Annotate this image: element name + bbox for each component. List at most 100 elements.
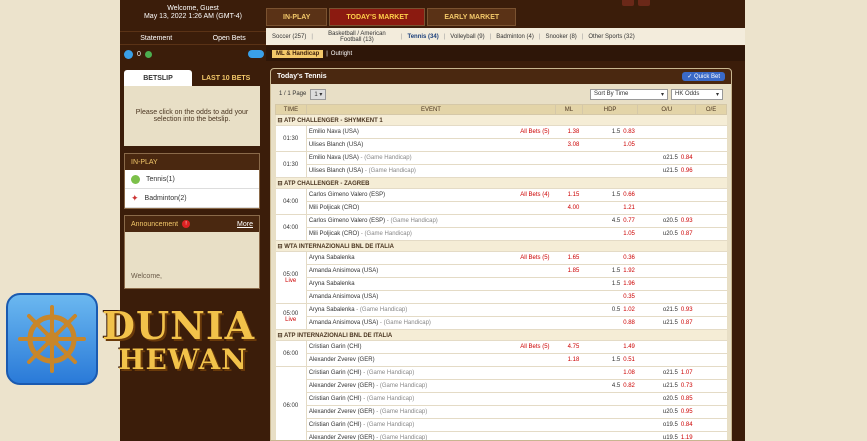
quick-bet-toggle[interactable]: ✓ Quick Bet: [682, 72, 725, 81]
hdp-odds[interactable]: 0.51: [623, 357, 635, 363]
page-select[interactable]: 1 ▾: [310, 88, 327, 100]
league-row[interactable]: ⊟ WTA INTERNAZIONALI BNL DE ITALIA: [275, 240, 727, 252]
inplay-item-badminton[interactable]: ✦ Badminton(2): [125, 189, 259, 208]
tab-todays-market[interactable]: TODAY'S MARKET: [329, 8, 426, 26]
hdp-odds[interactable]: 1.05: [623, 142, 635, 148]
team-name: Ulises Blanch (USA): [308, 142, 364, 148]
ou-odds[interactable]: 0.93: [681, 307, 693, 313]
match-time: 06:00: [283, 402, 299, 409]
ou-odds[interactable]: 1.07: [681, 370, 693, 376]
sport-volleyball[interactable]: Volleyball (9): [450, 34, 484, 40]
open-bets-link[interactable]: Open Bets: [213, 35, 246, 44]
ou-cell: u21.5 0.96: [637, 164, 696, 178]
ou-odds[interactable]: 0.84: [681, 155, 693, 161]
oe-cell: [695, 303, 727, 317]
more-link[interactable]: More: [237, 221, 253, 228]
tab-last-bets[interactable]: LAST 10 BETS: [192, 70, 260, 86]
ou-odds[interactable]: 0.93: [681, 218, 693, 224]
tab-outright[interactable]: Outright: [331, 51, 352, 57]
ml-odds[interactable]: 4.00: [555, 201, 583, 215]
market-tag: - (Game Handicap): [374, 435, 428, 441]
hdp-odds[interactable]: 0.82: [623, 383, 635, 389]
ml-odds[interactable]: 1.65: [555, 251, 583, 265]
ou-cell: [637, 201, 696, 215]
sort-select[interactable]: Sort By Time ▾: [590, 88, 668, 100]
hdp-odds[interactable]: 1.21: [623, 205, 635, 211]
ou-odds[interactable]: 1.19: [681, 435, 693, 440]
col-ml: ML: [555, 104, 583, 115]
ou-odds[interactable]: 0.87: [681, 231, 693, 237]
ou-odds[interactable]: 0.95: [681, 409, 693, 415]
ou-odds[interactable]: 0.96: [681, 168, 693, 174]
hdp-odds[interactable]: 1.08: [623, 370, 635, 376]
ou-odds[interactable]: 0.73: [681, 383, 693, 389]
league-row[interactable]: ⊟ ATP CHALLENGER - ZAGREB: [275, 177, 727, 189]
odds-table: TIME EVENT ML HDP O/U O/E ⊟ ATP CHALLENG…: [275, 104, 727, 441]
all-bets-link[interactable]: All Bets (5): [520, 129, 553, 135]
sport-other[interactable]: Other Sports (32): [588, 34, 634, 40]
ou-odds[interactable]: 0.84: [681, 422, 693, 428]
team-name: Cristian Garin (CHI): [308, 344, 362, 350]
odds-select[interactable]: HK Odds ▾: [671, 88, 723, 100]
hdp-odds[interactable]: 1.05: [623, 231, 635, 237]
tab-early-market[interactable]: EARLY MARKET: [427, 8, 517, 26]
inplay-item-tennis[interactable]: Tennis(1): [125, 170, 259, 189]
oe-cell: [695, 353, 727, 367]
ou-cell: o20.5 0.85: [637, 392, 696, 406]
all-bets-link[interactable]: All Bets (5): [520, 255, 553, 261]
language-button[interactable]: [622, 0, 634, 6]
event-cell: Ulises Blanch (USA): [306, 138, 556, 152]
hdp-odds[interactable]: 1.02: [623, 307, 635, 313]
team-name: Carlos Gimeno Valero (ESP): [308, 218, 386, 224]
all-bets-link[interactable]: All Bets (5): [520, 344, 553, 350]
statement-link[interactable]: Statement: [140, 35, 172, 44]
all-bets-link[interactable]: All Bets (4): [520, 192, 553, 198]
hdp-odds[interactable]: 1.92: [623, 268, 635, 274]
ml-odds[interactable]: 4.75: [555, 340, 583, 354]
hdp-odds[interactable]: 0.83: [623, 129, 635, 135]
ml-odds: [555, 431, 583, 440]
time-cell: 05:00 Live: [275, 303, 307, 330]
oe-cell: [695, 201, 727, 215]
tennis-ball-icon: [131, 174, 140, 184]
ml-odds: [555, 227, 583, 241]
ml-odds[interactable]: 1.85: [555, 264, 583, 278]
league-row[interactable]: ⊟ ATP INTERNAZIONALI BNL DE ITALIA: [275, 329, 727, 341]
league-row[interactable]: ⊟ ATP CHALLENGER - SHYMKENT 1: [275, 114, 727, 126]
hdp-odds[interactable]: 0.66: [623, 192, 635, 198]
sport-badminton[interactable]: Badminton (4): [496, 34, 534, 40]
hdp-odds[interactable]: 0.88: [623, 320, 635, 326]
ml-odds[interactable]: 1.18: [555, 353, 583, 367]
hdp-odds[interactable]: 1.96: [623, 281, 635, 287]
tab-in-play[interactable]: IN-PLAY: [266, 8, 328, 26]
balance-pill[interactable]: [247, 50, 264, 58]
watermark-logo: DUNIA HEWAN: [6, 293, 270, 385]
inplay-item-label: Badminton(2): [144, 194, 187, 202]
sport-basketball[interactable]: Basketball / American Football (13): [318, 31, 396, 43]
oe-cell: [695, 392, 727, 406]
hdp-odds[interactable]: 0.36: [623, 255, 635, 261]
help-button[interactable]: [638, 0, 650, 6]
hdp-odds[interactable]: 0.77: [623, 218, 635, 224]
ou-odds[interactable]: 0.85: [681, 396, 693, 402]
tab-ml-handicap[interactable]: ML & Handicap: [272, 49, 324, 58]
time-cell: 06:00: [275, 340, 307, 367]
oe-cell: [695, 188, 727, 202]
league-name: ⊟ ATP CHALLENGER - ZAGREB: [275, 177, 727, 189]
sport-soccer[interactable]: Soccer (257): [272, 34, 306, 40]
refresh-icon[interactable]: [144, 50, 152, 58]
table-row: 06:00 Cristian Garin (CHI) - (Game Handic…: [275, 366, 727, 440]
ml-odds[interactable]: 1.15: [555, 188, 583, 202]
hdp-odds[interactable]: 0.35: [623, 294, 635, 300]
hdp-line: 0.5: [611, 307, 621, 313]
welcome-text: Welcome, Guest: [167, 5, 219, 12]
ou-odds[interactable]: 0.87: [681, 320, 693, 326]
ml-odds[interactable]: 1.38: [555, 125, 583, 139]
ml-odds[interactable]: 3.08: [555, 138, 583, 152]
team-name: Aryna Sabalenka: [308, 255, 355, 261]
team-name: Alexander Zverev (GER): [308, 383, 375, 389]
sport-tennis[interactable]: Tennis (34): [407, 34, 438, 40]
tab-betslip[interactable]: BETSLIP: [124, 70, 192, 86]
hdp-odds[interactable]: 1.49: [623, 344, 635, 350]
sport-snooker[interactable]: Snooker (8): [545, 34, 576, 40]
